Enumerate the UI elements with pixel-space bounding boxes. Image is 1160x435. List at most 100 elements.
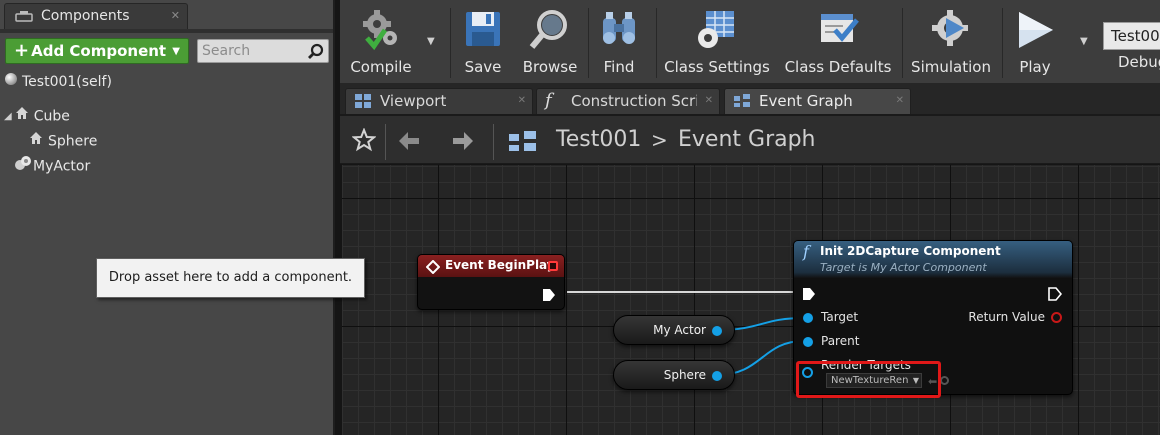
- sphere-variable-node[interactable]: Sphere: [613, 360, 735, 390]
- blueprint-editor: Components ✕ +Add Component ▼ Test001(se…: [0, 0, 1160, 435]
- toolbar-divider: [1002, 8, 1003, 78]
- variable-label: My Actor: [653, 323, 706, 337]
- simulation-label: Simulation: [911, 58, 991, 76]
- class-settings-button[interactable]: Class Settings: [662, 6, 772, 80]
- variable-out-pin[interactable]: [712, 326, 722, 336]
- render-targets-highlight: [796, 361, 941, 398]
- class-defaults-icon: [815, 8, 861, 56]
- event-graph-icon: [508, 130, 538, 158]
- tab-viewport[interactable]: Viewport ✕: [345, 88, 533, 114]
- tree-item-cube[interactable]: ◢ Cube: [4, 105, 70, 127]
- tab-event-graph-label: Event Graph: [759, 92, 853, 110]
- debug-label: Debug: [1118, 53, 1160, 71]
- return-value-pin[interactable]: [1051, 312, 1062, 323]
- close-icon[interactable]: ✕: [705, 95, 713, 106]
- toolbar-divider: [902, 8, 903, 78]
- browse-asset-icon[interactable]: [940, 376, 949, 385]
- search-icon[interactable]: [307, 43, 325, 65]
- save-button[interactable]: Save: [458, 6, 508, 80]
- target-pin[interactable]: [803, 313, 813, 323]
- add-component-label: Add Component: [31, 42, 167, 60]
- compile-icon: [359, 8, 403, 56]
- event-graph-icon: [733, 93, 751, 113]
- node-title: Init 2DCapture Component: [820, 244, 1001, 258]
- node-subtitle: Target is My Actor Component: [820, 261, 987, 274]
- function-icon: f: [545, 90, 552, 111]
- drop-hint-tooltip: Drop asset here to add a component.: [96, 258, 365, 298]
- play-options-caret[interactable]: ▼: [1080, 36, 1088, 47]
- binoculars-icon: [597, 8, 641, 54]
- event-beginplay-node[interactable]: Event BeginPlay: [417, 254, 565, 310]
- compile-label: Compile: [350, 58, 412, 76]
- close-icon[interactable]: ✕: [896, 95, 904, 106]
- variable-out-pin[interactable]: [712, 371, 722, 381]
- breadcrumb-separator: >: [651, 128, 668, 152]
- exec-out-pin[interactable]: [1048, 286, 1063, 305]
- back-arrow-icon[interactable]: [398, 130, 420, 156]
- tab-construction-script[interactable]: f Construction Scrip ✕: [536, 88, 720, 114]
- tree-item-sphere[interactable]: Sphere: [28, 130, 97, 152]
- panel-divider: [0, 29, 333, 33]
- parent-pin[interactable]: [803, 337, 813, 347]
- event-diamond-icon: [425, 259, 441, 278]
- save-icon: [463, 8, 503, 54]
- tree-label-sphere: Sphere: [48, 133, 98, 150]
- components-icon: [15, 9, 33, 28]
- exec-in-pin[interactable]: [802, 286, 816, 305]
- toolbar-divider: [588, 8, 589, 78]
- simulation-icon: [928, 8, 974, 56]
- breadcrumb-root[interactable]: Test001: [556, 127, 641, 152]
- node-header: f Init 2DCapture Component Target is My …: [794, 241, 1072, 278]
- component-search: [197, 39, 329, 63]
- tab-viewport-label: Viewport: [380, 92, 447, 110]
- class-defaults-button[interactable]: Class Defaults: [782, 6, 894, 80]
- exec-out-pin[interactable]: [542, 287, 556, 306]
- node-header: Event BeginPlay: [418, 255, 564, 277]
- browse-button[interactable]: Browse: [518, 6, 582, 80]
- plus-icon: +: [14, 40, 30, 61]
- breadcrumb-current: Event Graph: [678, 127, 816, 152]
- graph-header: Test001 > Event Graph: [340, 114, 1160, 164]
- play-icon: [1013, 8, 1057, 56]
- class-settings-icon: [694, 8, 740, 56]
- toolbar: Compile ▼ Save Browse Find Class Setting…: [340, 0, 1160, 84]
- document-tabs: Viewport ✕ f Construction Scrip ✕ Event …: [340, 84, 1160, 114]
- browse-label: Browse: [522, 58, 578, 76]
- find-button[interactable]: Find: [594, 6, 644, 80]
- debug-object-select[interactable]: Test001: [1103, 22, 1160, 50]
- node-title: Event BeginPlay: [445, 258, 555, 272]
- toolbar-divider: [656, 8, 657, 78]
- favorite-star-icon[interactable]: [351, 127, 377, 156]
- simulation-button[interactable]: Simulation: [908, 6, 994, 80]
- tab-components[interactable]: Components ✕: [4, 3, 188, 29]
- tree-label-actor: MyActor: [33, 158, 91, 175]
- tab-components-label: Components: [41, 8, 130, 24]
- tree-item-actor[interactable]: MyActor: [14, 155, 90, 177]
- class-settings-label: Class Settings: [664, 58, 770, 76]
- tree-label-cube: Cube: [33, 108, 70, 125]
- function-icon: f: [803, 242, 809, 261]
- delegate-pin[interactable]: [548, 261, 558, 271]
- add-component-button[interactable]: + Add Component ▼: [5, 38, 189, 64]
- tree-label-self: Test001(self): [22, 74, 112, 90]
- find-label: Find: [603, 58, 635, 76]
- expand-arrow-icon[interactable]: ◢: [4, 106, 12, 128]
- search-input[interactable]: [202, 42, 306, 60]
- variable-label: Sphere: [663, 368, 706, 382]
- save-label: Save: [464, 58, 502, 76]
- event-graph-canvas[interactable]: Event BeginPlay f Init 2DCapture Compone…: [342, 165, 1160, 435]
- browse-icon: [528, 8, 572, 56]
- tab-event-graph[interactable]: Event Graph ✕: [724, 88, 911, 114]
- play-button[interactable]: Play: [1008, 6, 1062, 80]
- close-icon[interactable]: ✕: [171, 9, 180, 22]
- my-actor-variable-node[interactable]: My Actor: [613, 315, 735, 345]
- viewport-icon: [354, 93, 372, 113]
- sphere-icon: [4, 71, 18, 93]
- class-defaults-label: Class Defaults: [784, 58, 892, 76]
- compile-button[interactable]: Compile: [346, 6, 416, 80]
- toolbar-divider: [450, 8, 451, 78]
- tree-item-self[interactable]: Test001(self): [4, 71, 112, 93]
- close-icon[interactable]: ✕: [518, 95, 526, 106]
- forward-arrow-icon[interactable]: [452, 130, 474, 156]
- compile-options-caret[interactable]: ▼: [427, 36, 435, 47]
